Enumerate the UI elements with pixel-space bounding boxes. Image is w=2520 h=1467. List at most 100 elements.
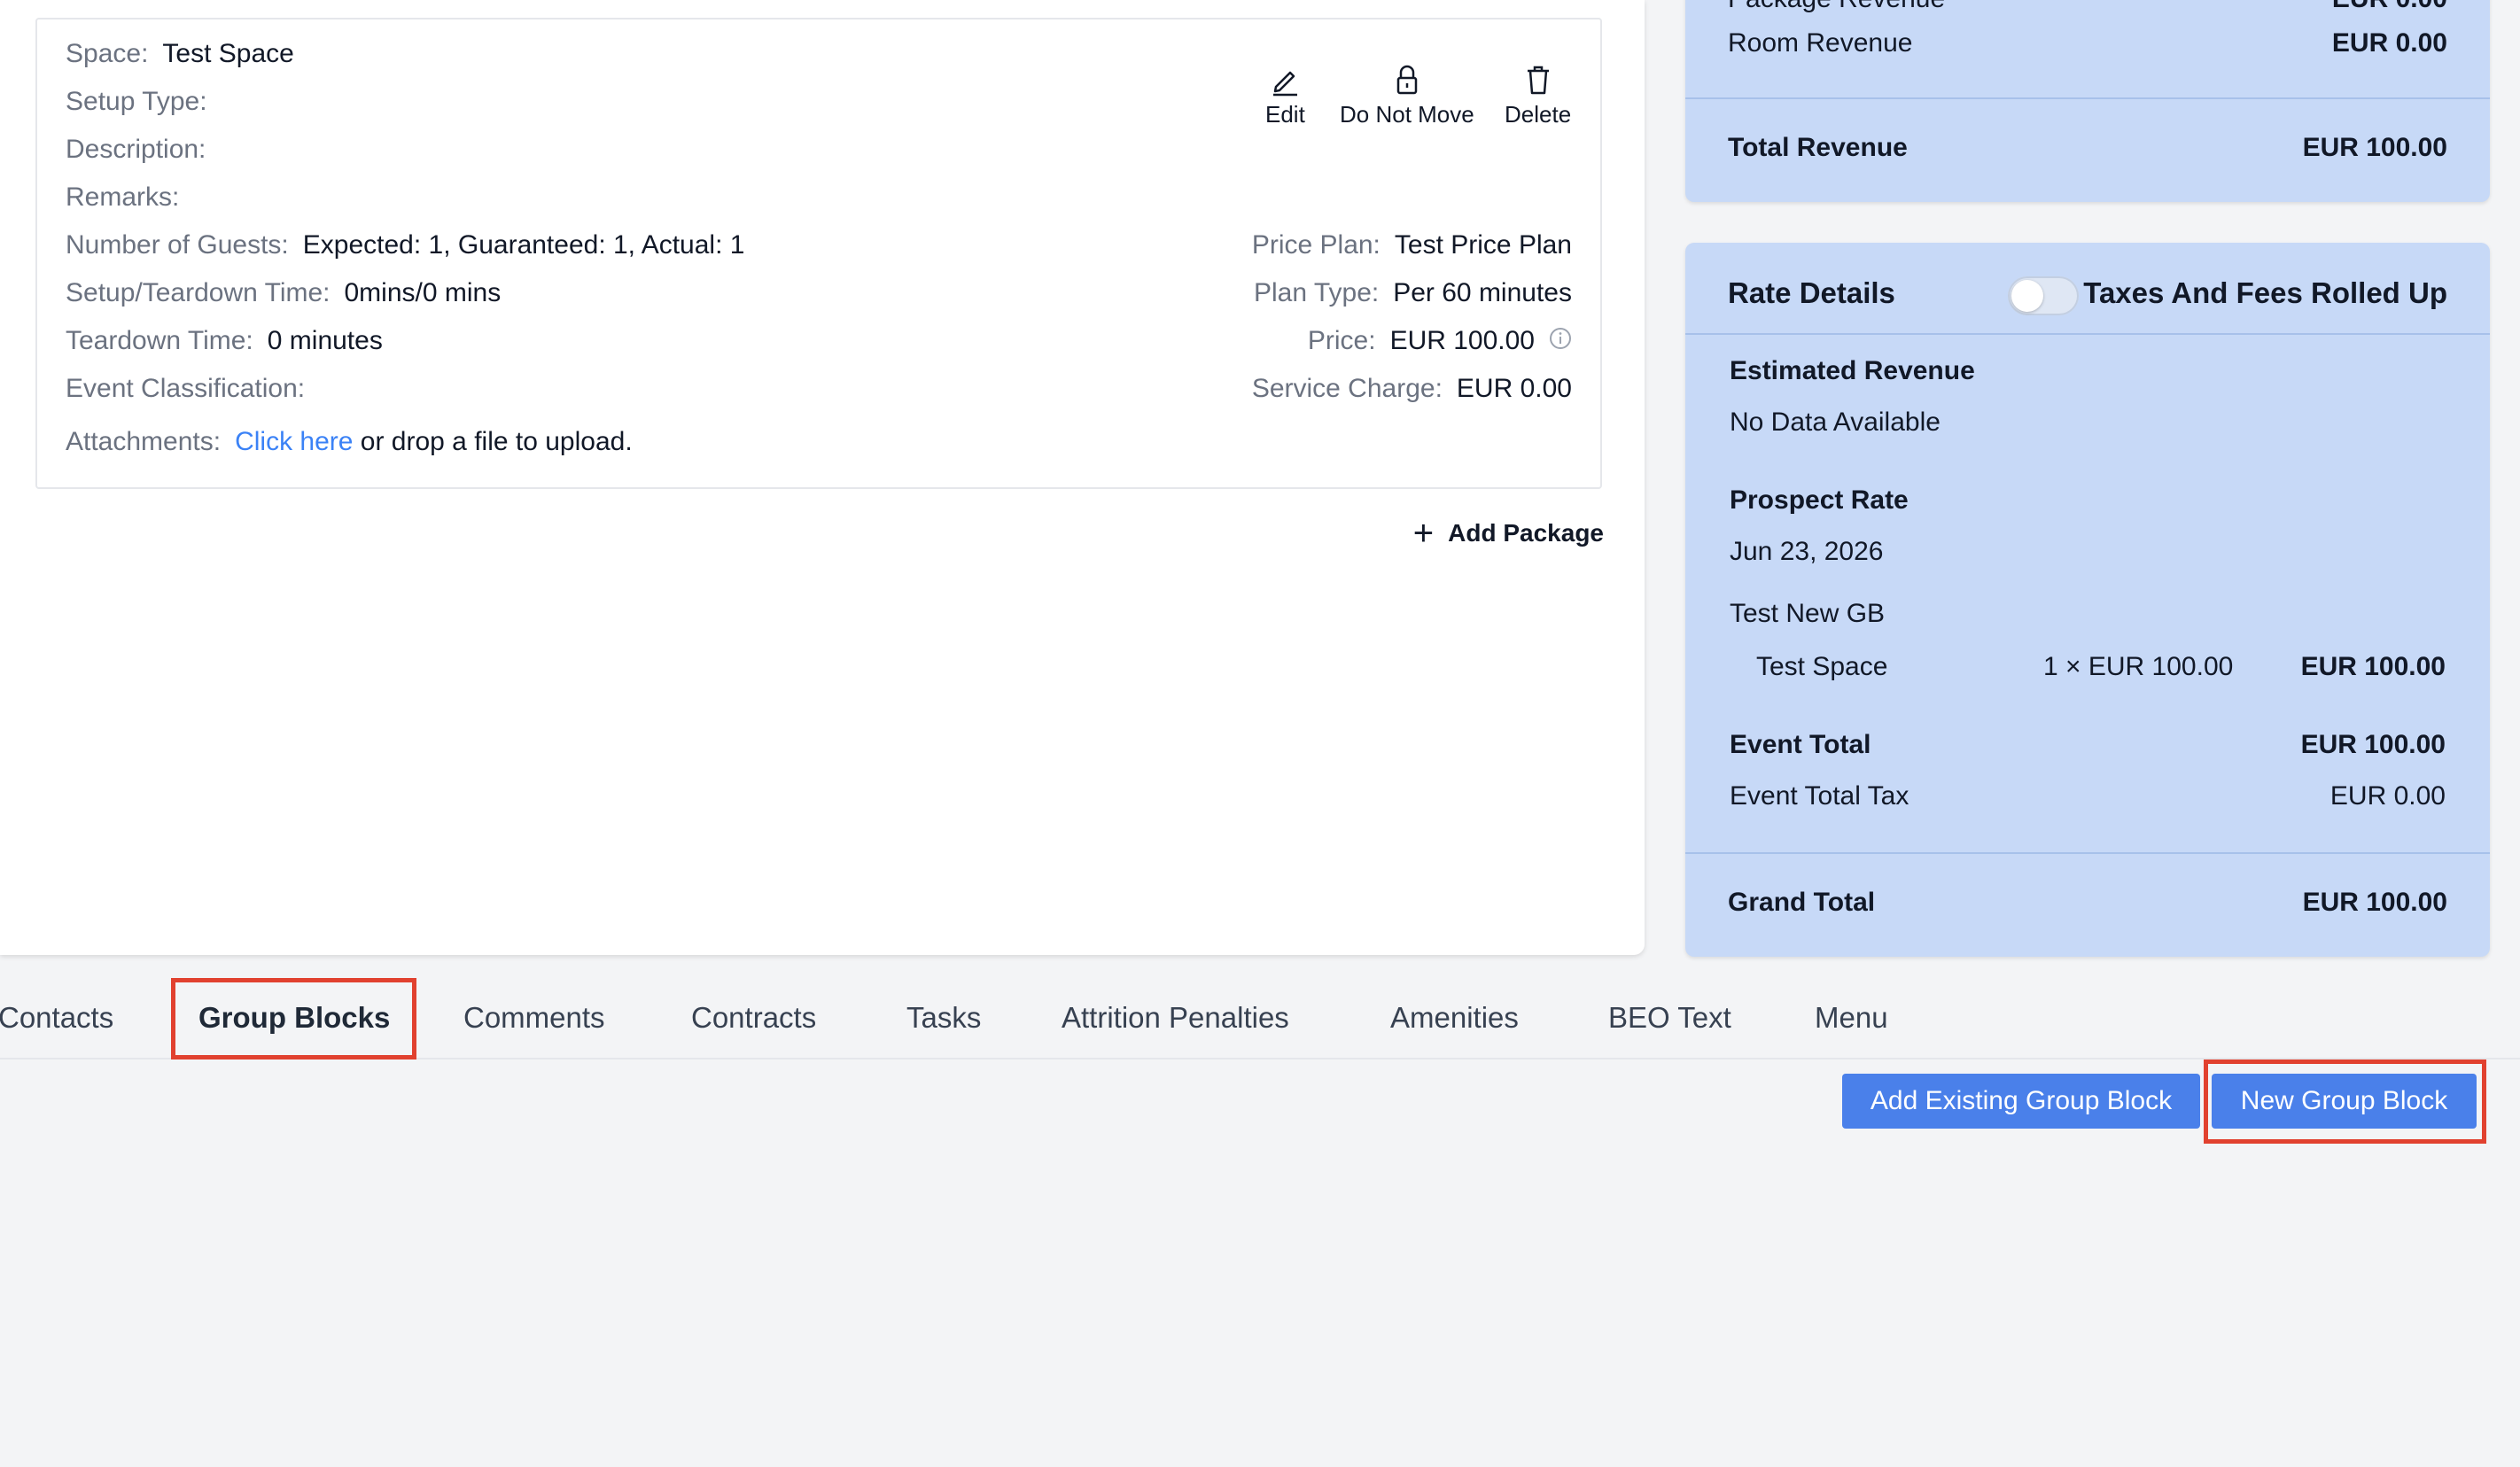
package-revenue-value: EUR 0.00 (2332, 0, 2447, 14)
event-item-box: Space: Test Space Setup Type: Description… (35, 18, 1602, 489)
service-charge-value: EUR 0.00 (1456, 374, 1572, 403)
description-field: Description: (66, 135, 220, 165)
attachments-upload-link[interactable]: Click here (235, 427, 353, 456)
teardown-field: Teardown Time: 0 minutes (66, 326, 383, 356)
price-label: Price: (1307, 326, 1376, 355)
rate-details-header: Rate Details Taxes And Fees Rolled Up (1728, 276, 2447, 310)
grand-total-value: EUR 100.00 (2302, 888, 2447, 917)
prospect-date: Jun 23, 2026 (1730, 537, 1884, 566)
description-label: Description: (66, 135, 206, 164)
room-revenue-value: EUR 0.00 (2331, 28, 2447, 58)
package-revenue-label: Package Revenue (1728, 0, 1945, 14)
tab-contacts[interactable]: Contacts (0, 1001, 113, 1035)
event-total-value: EUR 100.00 (2300, 730, 2446, 759)
plan-type-field: Plan Type: Per 60 minutes (1254, 278, 1572, 308)
plan-type-label: Plan Type: (1254, 278, 1380, 307)
new-group-block-highlight (2204, 1060, 2486, 1144)
total-revenue-value: EUR 100.00 (2302, 133, 2447, 162)
pencil-icon (1273, 71, 1298, 97)
plan-type-value: Per 60 minutes (1393, 278, 1572, 307)
price-plan-value: Test Price Plan (1394, 230, 1572, 260)
estimated-revenue-value: No Data Available (1730, 408, 1941, 437)
tab-comments[interactable]: Comments (463, 1001, 605, 1035)
event-total-label: Event Total (1730, 730, 1871, 759)
estimated-revenue-label: Estimated Revenue (1730, 356, 1975, 385)
event-tax-value: EUR 0.00 (2329, 781, 2446, 811)
setup-type-label: Setup Type: (66, 87, 207, 116)
group-name: Test New GB (1730, 599, 1886, 628)
rate-details-panel: Rate Details Taxes And Fees Rolled Up Es… (1685, 243, 2490, 957)
event-total-row: Event Total EUR 100.00 (1730, 730, 2446, 760)
info-icon[interactable] (1549, 327, 1572, 357)
event-tax-label: Event Total Tax (1730, 781, 1909, 811)
room-revenue-label: Room Revenue (1728, 28, 1913, 58)
grand-total-row: Grand Total EUR 100.00 (1728, 888, 2447, 918)
grand-total-label: Grand Total (1728, 888, 1876, 917)
tab-contracts[interactable]: Contracts (691, 1001, 816, 1035)
do-not-move-label: Do Not Move (1340, 101, 1474, 128)
setup-teardown-field: Setup/Teardown Time: 0mins/0 mins (66, 278, 501, 308)
guests-value: Expected: 1, Guaranteed: 1, Actual: 1 (302, 230, 745, 260)
estimated-revenue-heading: Estimated Revenue (1730, 356, 2447, 386)
tab-menu[interactable]: Menu (1815, 1001, 1888, 1035)
tab-tasks[interactable]: Tasks (906, 1001, 981, 1035)
delete-button[interactable]: Delete (1505, 62, 1571, 128)
line-item-qty: 1 × EUR 100.00 (2043, 652, 2234, 681)
guests-label: Number of Guests: (66, 230, 289, 260)
total-revenue-row: Total Revenue EUR 100.00 (1728, 133, 2447, 163)
service-charge-label: Service Charge: (1251, 374, 1443, 403)
plus-icon: + (1412, 514, 1435, 553)
space-label: Space: (66, 39, 149, 68)
attachments-field: Attachments: Click here or drop a file to… (66, 427, 633, 457)
attachments-suffix: or drop a file to upload. (360, 427, 633, 456)
do-not-move-button[interactable]: Do Not Move (1340, 62, 1474, 128)
event-tax-row: Event Total Tax EUR 0.00 (1730, 781, 2446, 811)
add-existing-group-block-button[interactable]: Add Existing Group Block (1842, 1074, 2200, 1129)
group-blocks-tab-highlight (171, 978, 416, 1060)
classification-field: Event Classification: (66, 374, 319, 404)
toggle-knob (2011, 280, 2043, 312)
trash-icon (1527, 66, 1549, 95)
prospect-rate-label: Prospect Rate (1730, 485, 1909, 515)
remarks-field: Remarks: (66, 182, 193, 213)
price-plan-field: Price Plan: Test Price Plan (1252, 230, 1572, 260)
price-plan-label: Price Plan: (1251, 230, 1381, 260)
teardown-value: 0 minutes (267, 326, 383, 355)
lock-icon (1396, 65, 1418, 95)
prospect-rate-heading: Prospect Rate (1730, 485, 2447, 516)
page: Space: Test Space Setup Type: Description… (0, 0, 2520, 1467)
room-revenue-row: Room Revenue EUR 0.00 (1728, 28, 2447, 58)
edit-label: Edit (1265, 101, 1305, 128)
attachments-label: Attachments: (66, 427, 222, 456)
setup-teardown-label: Setup/Teardown Time: (66, 278, 331, 307)
price-field: Price: EUR 100.00 (1308, 326, 1572, 357)
taxes-toggle-label: Taxes And Fees Rolled Up (2083, 276, 2447, 309)
taxes-fees-toggle[interactable] (2008, 276, 2079, 315)
classification-label: Event Classification: (66, 374, 306, 403)
guests-field: Number of Guests: Expected: 1, Guaranteed… (66, 230, 744, 260)
event-details-card: Space: Test Space Setup Type: Description… (0, 0, 1645, 955)
setup-type-field: Setup Type: (66, 87, 222, 117)
tab-attrition-penalties[interactable]: Attrition Penalties (1062, 1001, 1289, 1035)
service-charge-field: Service Charge: EUR 0.00 (1252, 374, 1572, 404)
space-field: Space: Test Space (66, 39, 294, 69)
grand-total-divider (1685, 852, 2490, 854)
edit-button[interactable]: Edit (1265, 62, 1305, 128)
price-value: EUR 100.00 (1389, 326, 1535, 355)
delete-label: Delete (1505, 101, 1572, 128)
estimated-revenue-row: No Data Available (1730, 408, 2447, 438)
space-value: Test Space (162, 39, 294, 68)
setup-teardown-value: 0mins/0 mins (344, 278, 502, 307)
prospect-date-row: Jun 23, 2026 (1730, 537, 2447, 567)
line-item-amount: EUR 100.00 (2300, 652, 2446, 681)
line-item-name: Test Space (1756, 652, 1888, 681)
rate-header-divider (1685, 333, 2490, 335)
teardown-label: Teardown Time: (66, 326, 253, 355)
add-package-button[interactable]: + Add Package (1413, 516, 1604, 551)
line-item-row: Test Space 1 × EUR 100.00 EUR 100.00 (1756, 652, 2446, 682)
add-package-label: Add Package (1448, 519, 1604, 547)
tab-beo-text[interactable]: BEO Text (1608, 1001, 1731, 1035)
revenue-summary-panel: Package Revenue EUR 0.00 Room Revenue EU… (1685, 0, 2490, 202)
group-name-row: Test New GB (1730, 599, 2447, 629)
tab-amenities[interactable]: Amenities (1390, 1001, 1519, 1035)
